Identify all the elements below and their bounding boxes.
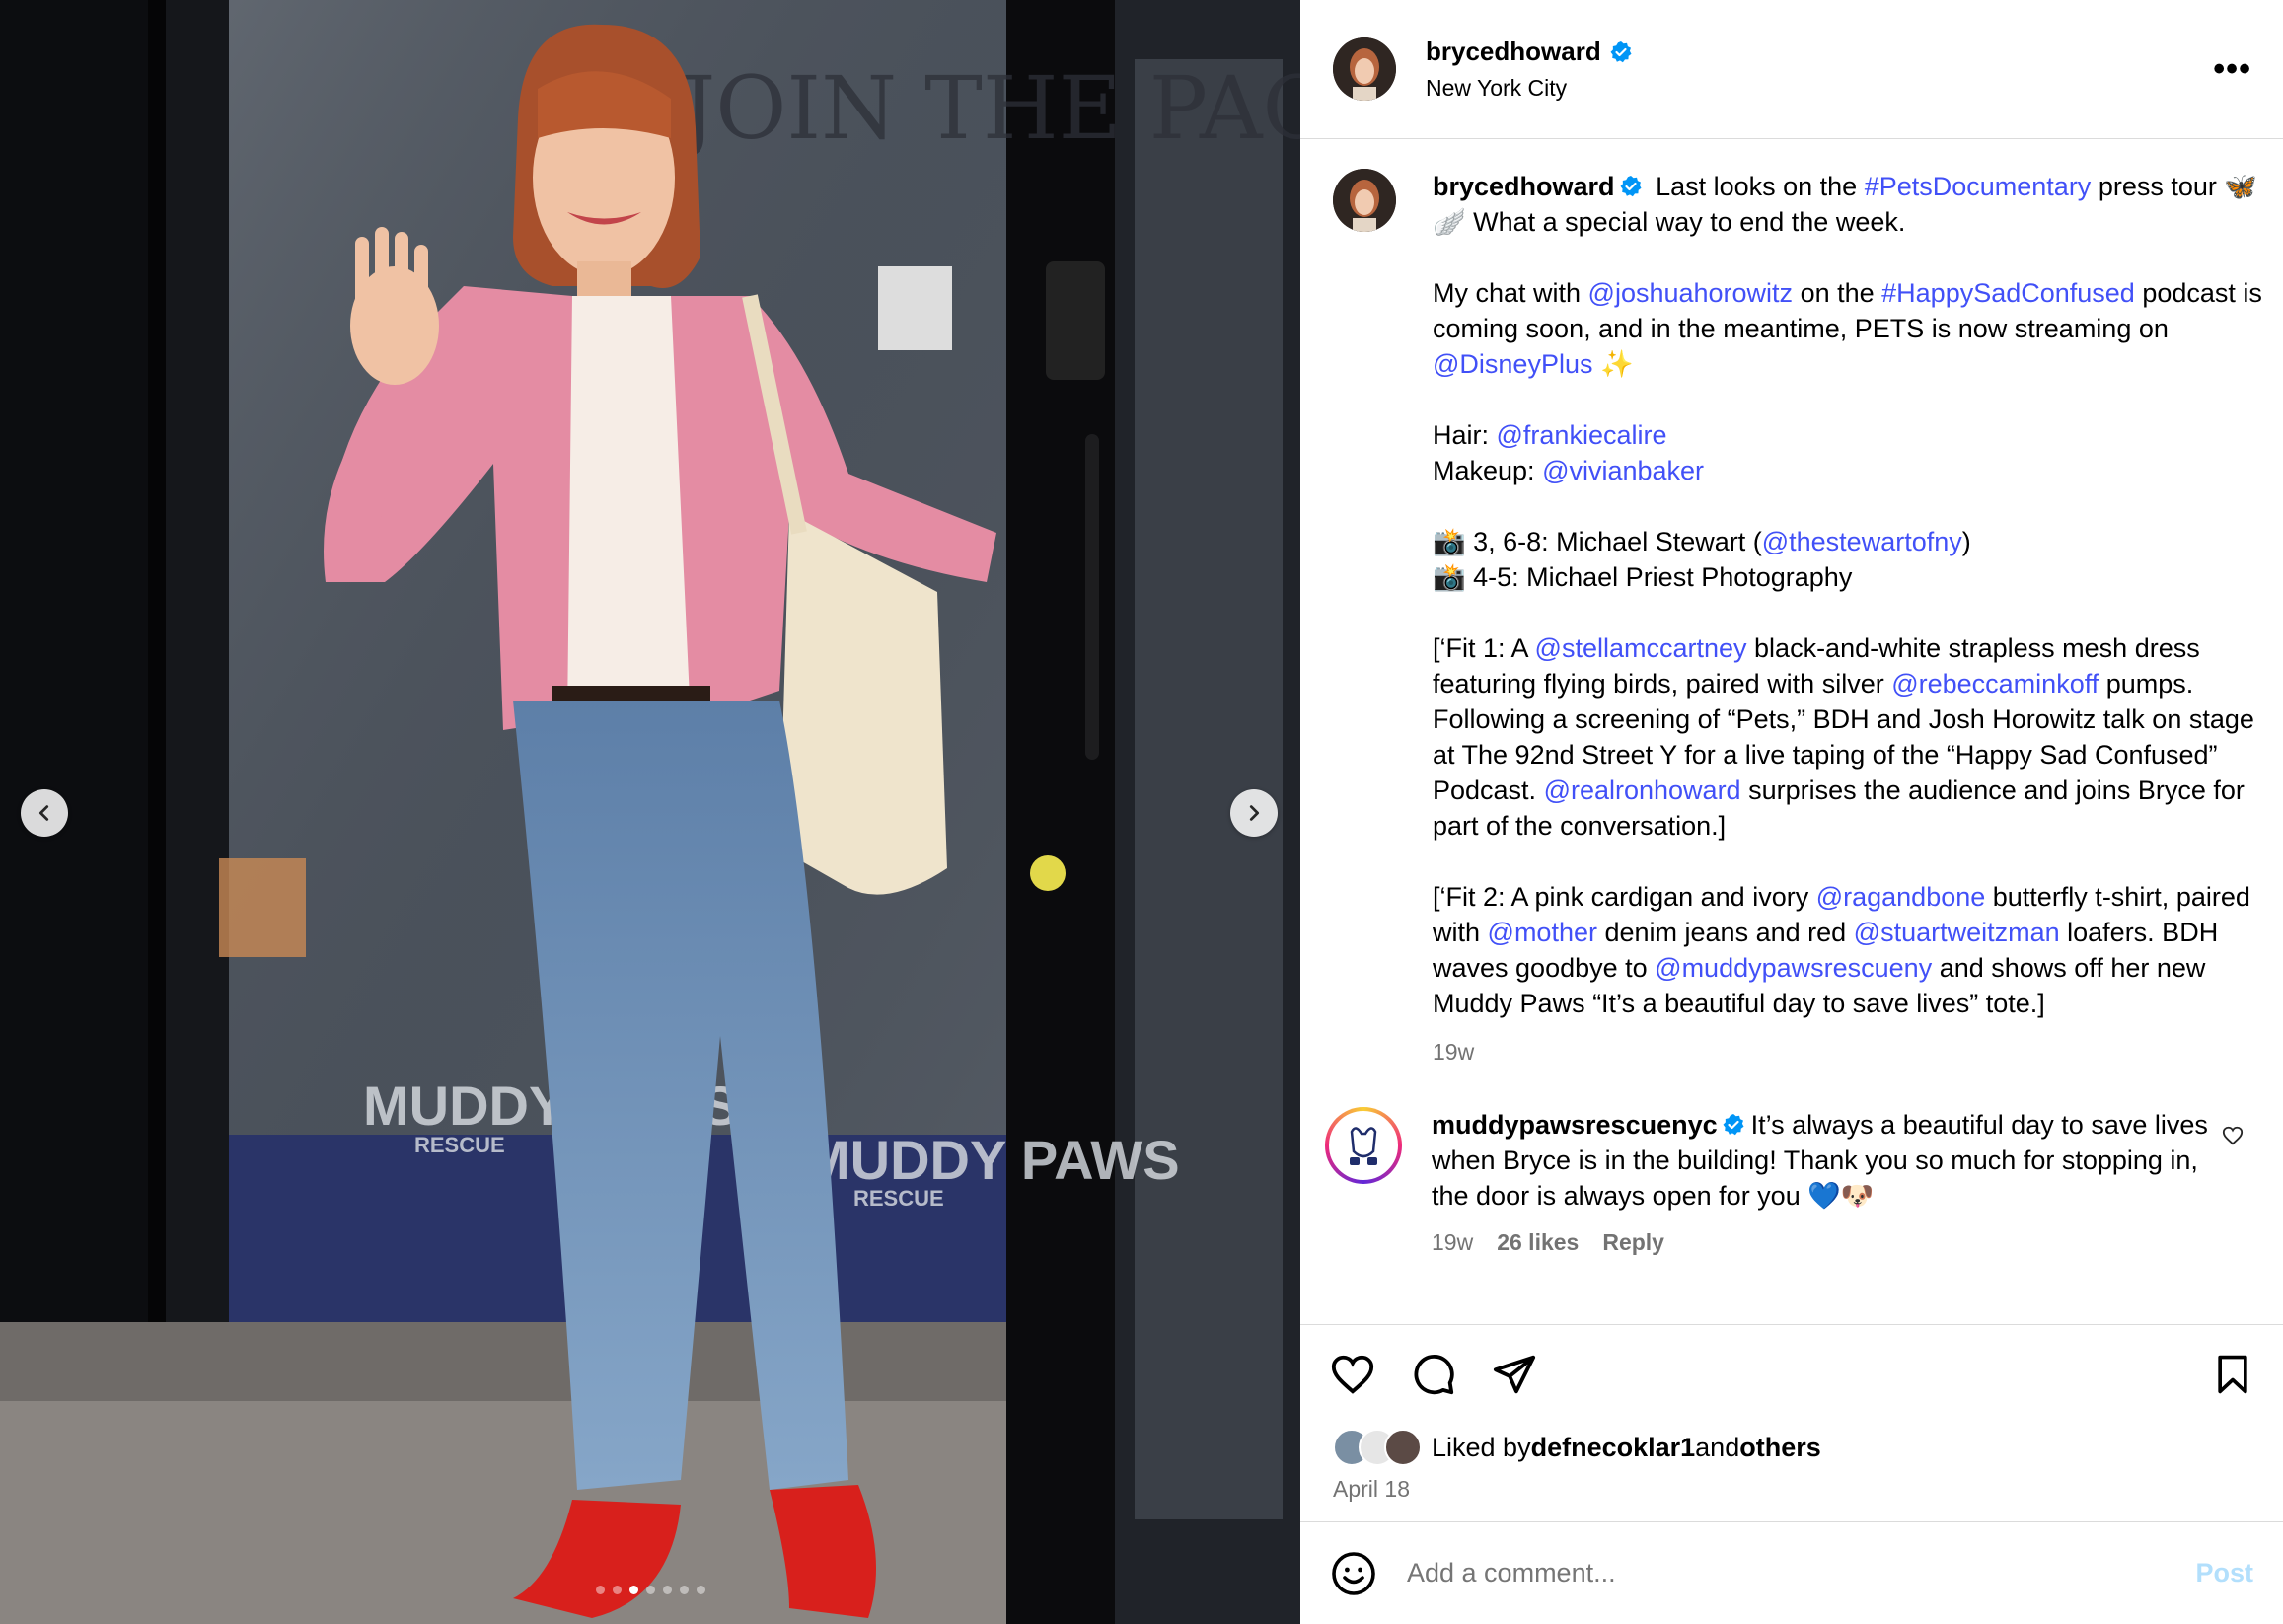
- liker-username[interactable]: defnecoklar1: [1531, 1433, 1696, 1463]
- caption-text-run: 📸 3, 6-8: Michael Stewart (: [1433, 527, 1762, 556]
- post-location[interactable]: New York City: [1426, 75, 2213, 102]
- mention-link[interactable]: @ragandbone: [1816, 882, 1986, 912]
- verified-badge-icon: [1723, 1114, 1744, 1136]
- comment-text-block: muddypawsrescuenyc It’s always a beautifu…: [1432, 1107, 2221, 1214]
- verified-badge-icon: [1610, 40, 1632, 62]
- mention-link[interactable]: @stellamccartney: [1535, 633, 1747, 663]
- comment-bubble-icon: [1414, 1354, 1454, 1394]
- caption-text: Last looks on the #PetsDocumentary press…: [1433, 172, 2269, 1018]
- likes-summary: Liked by defnecoklar1 and others: [1300, 1423, 2283, 1472]
- carousel-next-button[interactable]: [1230, 789, 1278, 837]
- comment-meta: 19w 26 likes Reply: [1432, 1229, 2221, 1256]
- caption-text-run: Makeup:: [1433, 456, 1535, 485]
- carousel-dot: [679, 1586, 689, 1594]
- carousel-prev-button[interactable]: [21, 789, 68, 837]
- heart-icon: [1331, 1355, 1374, 1394]
- comment-input[interactable]: [1407, 1558, 2196, 1588]
- avatar-image: [1333, 37, 1396, 101]
- mention-link[interactable]: @muddypawsrescueny: [1655, 953, 1932, 983]
- caption-text-run: on the: [1793, 278, 1882, 308]
- carousel-dot: [628, 1586, 638, 1594]
- post-actions: [1300, 1324, 2283, 1423]
- comment-reply-button[interactable]: Reply: [1602, 1229, 1664, 1256]
- heart-icon: [2222, 1126, 2244, 1145]
- comment-like-button[interactable]: [2222, 1125, 2244, 1151]
- carousel-dot: [696, 1586, 705, 1594]
- post-panel: brycedhoward New York City ••• brycedhow…: [1300, 0, 2283, 1624]
- post-photo[interactable]: JOIN THE PACK MUDDY PAWS RESCUE MUDDY PA…: [0, 0, 1300, 1624]
- hashtag-link[interactable]: #PetsDocumentary: [1865, 172, 2092, 201]
- mention-link[interactable]: @frankiecalire: [1497, 420, 1667, 450]
- add-comment-bar: Post: [1300, 1521, 2283, 1624]
- like-button[interactable]: [1328, 1350, 1377, 1399]
- photo-scene: JOIN THE PACK MUDDY PAWS RESCUE MUDDY PA…: [0, 0, 1300, 1624]
- window-lettering: JOIN THE PACK: [673, 57, 1300, 159]
- avatar-image: [1333, 169, 1396, 232]
- caption-username[interactable]: brycedhoward: [1433, 172, 1615, 201]
- more-options-button[interactable]: •••: [2213, 52, 2251, 86]
- carousel-dot: [595, 1586, 605, 1594]
- logo-right: MUDDY PAWS: [804, 1129, 1180, 1191]
- logo-right-sub: RESCUE: [853, 1186, 944, 1211]
- mention-link[interactable]: @thestewartofny: [1762, 527, 1962, 556]
- chevron-right-icon: [1249, 805, 1260, 821]
- caption-text-run: denim jeans and red: [1596, 918, 1854, 947]
- caption-author-avatar[interactable]: [1333, 169, 1396, 232]
- comment-likes[interactable]: 26 likes: [1497, 1229, 1579, 1256]
- author-username[interactable]: brycedhoward: [1426, 37, 1633, 67]
- liker-avatar: [1384, 1429, 1422, 1466]
- hashtag-link[interactable]: #HappySadConfused: [1881, 278, 2135, 308]
- author-username-text[interactable]: brycedhoward: [1426, 37, 1601, 67]
- comment-time[interactable]: 19w: [1432, 1229, 1473, 1256]
- mention-link[interactable]: @mother: [1488, 918, 1597, 947]
- post-caption: brycedhoward Last looks on the #PetsDocu…: [1433, 169, 2271, 1021]
- mention-link[interactable]: @vivianbaker: [1542, 456, 1704, 485]
- commenter-username[interactable]: muddypawsrescuenyc: [1432, 1110, 1718, 1140]
- caption-timestamp[interactable]: 19w: [1433, 1039, 2283, 1066]
- comment-button[interactable]: [1409, 1350, 1458, 1399]
- bookmark-icon: [2218, 1355, 2247, 1393]
- logo-left-sub: RESCUE: [414, 1133, 505, 1157]
- mention-link[interactable]: @joshuahorowitz: [1588, 278, 1794, 308]
- likes-middle: and: [1695, 1432, 1740, 1462]
- carousel-dot: [612, 1586, 622, 1594]
- post-comment-button[interactable]: Post: [2195, 1558, 2253, 1588]
- post-header: brycedhoward New York City •••: [1300, 0, 2283, 139]
- save-button[interactable]: [2208, 1350, 2257, 1399]
- mention-link[interactable]: @rebeccaminkoff: [1891, 669, 2099, 699]
- comment-item: muddypawsrescuenyc It’s always a beautifu…: [1325, 1107, 2283, 1256]
- mention-link[interactable]: @stuartweitzman: [1854, 918, 2060, 947]
- carousel-indicator: [0, 1586, 1300, 1594]
- mention-link[interactable]: @realronhoward: [1544, 775, 1741, 805]
- carousel-dot: [662, 1586, 672, 1594]
- chevron-left-icon: [38, 805, 49, 821]
- post-comments-area: brycedhoward Last looks on the #PetsDocu…: [1300, 139, 2283, 1324]
- verified-badge-icon: [1620, 176, 1642, 197]
- likes-others-link[interactable]: others: [1739, 1433, 1821, 1463]
- paper-plane-icon: [1493, 1355, 1536, 1393]
- post-date[interactable]: April 18: [1300, 1472, 2283, 1521]
- caption-row: brycedhoward Last looks on the #PetsDocu…: [1333, 169, 2283, 1021]
- likes-prefix: Liked by: [1432, 1432, 1531, 1462]
- instagram-post-dialog: JOIN THE PACK MUDDY PAWS RESCUE MUDDY PA…: [0, 0, 2283, 1624]
- carousel-dot: [645, 1586, 655, 1594]
- author-avatar[interactable]: [1333, 37, 1396, 101]
- share-button[interactable]: [1490, 1350, 1539, 1399]
- commenter-avatar[interactable]: [1325, 1107, 1402, 1184]
- caption-text-run: Last looks on the: [1656, 172, 1865, 201]
- smiley-icon[interactable]: [1330, 1550, 1377, 1597]
- dog-logo-icon: [1332, 1114, 1395, 1177]
- mention-link[interactable]: @DisneyPlus: [1433, 349, 1592, 379]
- liker-avatars[interactable]: [1333, 1429, 1422, 1466]
